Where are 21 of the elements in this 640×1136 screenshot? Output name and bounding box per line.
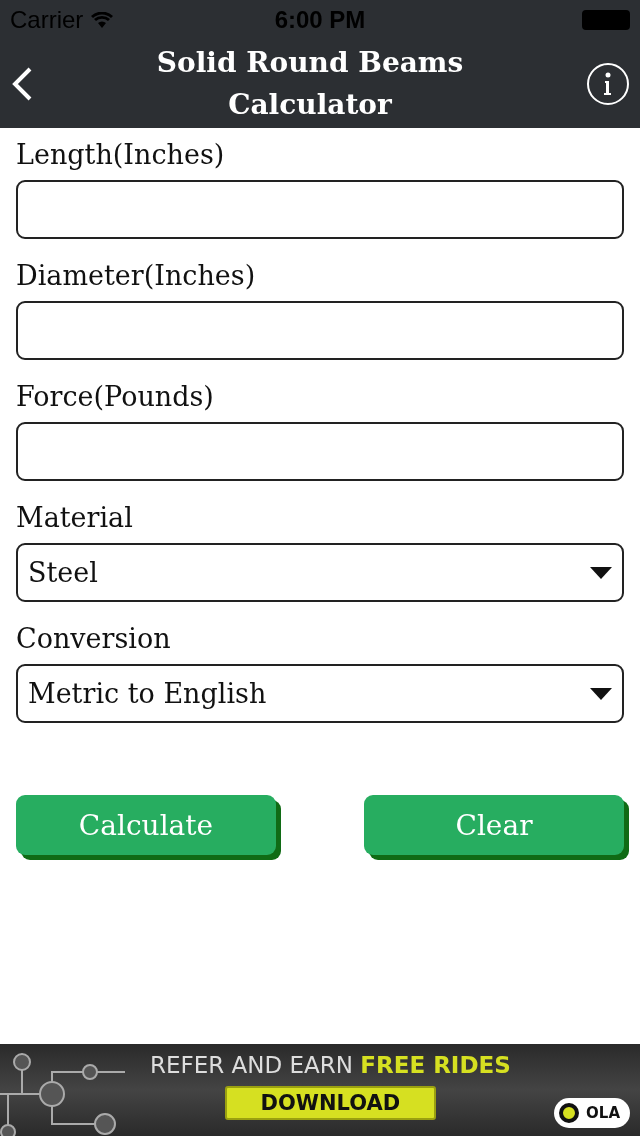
input-field[interactable] bbox=[16, 180, 624, 239]
field-label: Material bbox=[16, 501, 133, 535]
battery-icon bbox=[582, 10, 630, 30]
brand-logo: OLA bbox=[554, 1098, 630, 1128]
ad-banner[interactable]: REFER AND EARN FREE RIDES DOWNLOAD OLA bbox=[0, 1044, 640, 1136]
field-label: Length(Inches) bbox=[16, 138, 225, 172]
field-label: Diameter(Inches) bbox=[16, 259, 256, 293]
download-button[interactable]: DOWNLOAD bbox=[224, 1086, 437, 1120]
dropdown-caret-icon bbox=[590, 687, 612, 700]
field-label: Conversion bbox=[16, 622, 171, 656]
input-field[interactable] bbox=[16, 422, 624, 481]
wifi-icon bbox=[91, 12, 114, 28]
ad-headline: REFER AND EARN FREE RIDES bbox=[150, 1052, 511, 1078]
dropdown-field[interactable]: Metric to English bbox=[16, 664, 624, 723]
dropdown-caret-icon bbox=[590, 566, 612, 579]
field-label: Force(Pounds) bbox=[16, 380, 214, 414]
screen-title: Solid Round Beams Calculator bbox=[155, 45, 465, 123]
back-icon[interactable] bbox=[10, 66, 34, 102]
dropdown-field[interactable]: Steel bbox=[16, 543, 624, 602]
info-icon[interactable] bbox=[586, 62, 630, 106]
input-field[interactable] bbox=[16, 301, 624, 360]
